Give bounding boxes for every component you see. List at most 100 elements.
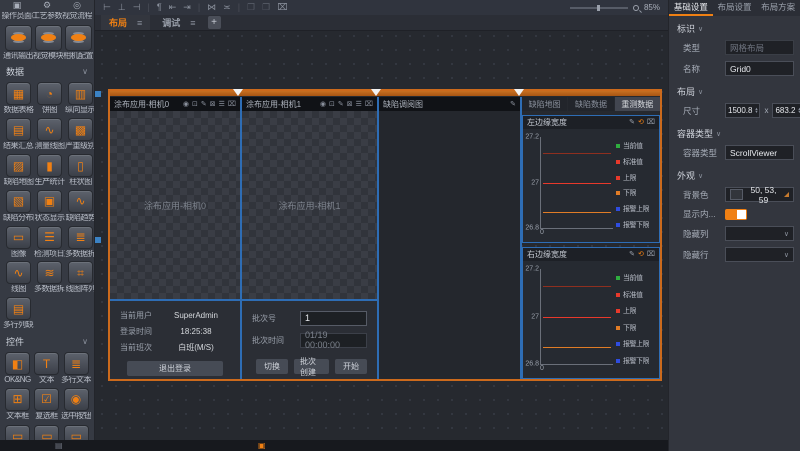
tab-layout-settings[interactable]: 布局设置	[713, 0, 757, 16]
sidebar-data-item[interactable]: ≣ 多数据折...	[65, 226, 95, 259]
zoom-slider[interactable]	[570, 7, 628, 9]
add-tab-button[interactable]: +	[208, 16, 221, 29]
background-color-field[interactable]: 50, 53, 59	[725, 187, 794, 202]
chart-header-icon[interactable]: ✎	[629, 251, 635, 258]
panel-header-icon[interactable]: ◉	[320, 101, 326, 108]
sidebar-data-item[interactable]: ☰ 检测项日志	[34, 226, 65, 259]
logout-button[interactable]: 退出登录	[127, 361, 223, 376]
container-type-field[interactable]: ScrollViewer	[725, 145, 794, 160]
chevron-down-icon[interactable]: ∨	[82, 337, 88, 346]
toolbar-icon[interactable]: ¶	[157, 3, 162, 12]
sidebar-data-item[interactable]: ▮ 生产统计	[34, 154, 65, 187]
panel-cam1[interactable]: 涂布应用-相机1 ◉⊡✎⊠☰⌧ 涂布应用-相机1	[242, 97, 377, 299]
stepper-arrows-icon[interactable]: ▲▼	[754, 108, 759, 113]
panel-header-icon[interactable]: ⌧	[228, 101, 236, 108]
resize-handle[interactable]	[95, 91, 101, 97]
grid-icon[interactable]: ▤	[55, 442, 63, 450]
tab-menu-icon[interactable]: ≡	[190, 18, 195, 28]
chart-header-icon[interactable]: ✎	[629, 119, 635, 126]
sidebar-data-item[interactable]: ∿ 线图	[3, 261, 34, 294]
tab-layout-scheme[interactable]: 布局方案	[756, 0, 800, 16]
toolbar-icon[interactable]: |	[198, 3, 200, 12]
sidebar-control-item[interactable]: ▭	[32, 425, 61, 440]
sidebar-data-item[interactable]: ▧ 缺陷分布图	[3, 190, 34, 223]
panel-header-icon[interactable]: ⊡	[192, 101, 198, 108]
tab-retest-data[interactable]: 重测数据	[615, 97, 660, 111]
batch-action-button[interactable]: 开始	[335, 359, 367, 374]
tab-layout[interactable]: 布局 ≡	[101, 15, 150, 30]
tab-menu-icon[interactable]: ≡	[137, 18, 142, 28]
sidebar-top-item[interactable]: ◎ 视觉流程	[62, 1, 92, 21]
batch-no-input[interactable]: 1	[300, 311, 367, 326]
sidebar-top-item[interactable]: ⚙ 工艺参数	[32, 1, 62, 21]
sidebar-data-item[interactable]: ▯ 柱状图	[65, 154, 95, 187]
tab-defect-map[interactable]: 缺陷地图	[522, 97, 567, 111]
toolbar-icon[interactable]: ❐	[247, 3, 255, 12]
expand-corner-icon[interactable]	[784, 192, 789, 197]
sidebar-control-item[interactable]: ◧ OK&NG	[3, 352, 32, 385]
resize-handle[interactable]	[95, 237, 101, 243]
column-marker[interactable]	[371, 89, 381, 96]
sidebar-data-item[interactable]: ▨ 缺陷地图	[3, 154, 34, 187]
edit-icon[interactable]: ✎	[510, 101, 516, 108]
batch-panel[interactable]: 批次号 1 批次时间 01/19 00:00:00 切换批次创建开始	[242, 301, 377, 379]
user-info-panel[interactable]: 当前用户 SuperAdmin 登录时间 18:25:38 当前班次 白班(M/…	[110, 301, 240, 379]
panel-header-icon[interactable]: ☰	[356, 101, 362, 108]
sidebar-featured-item[interactable]: 通讯输出	[3, 25, 33, 61]
sidebar-data-item[interactable]: ▥ 纵向显示...	[65, 82, 95, 115]
sidebar-data-item[interactable]: ▦ 数据表格	[3, 82, 34, 115]
hidden-columns-dropdown[interactable]: ∨	[725, 226, 794, 241]
sidebar-data-item[interactable]: ▭ 图像	[3, 226, 34, 259]
column-splitter[interactable]	[240, 97, 242, 379]
sidebar-control-item[interactable]: T 文本	[32, 352, 61, 385]
section-identity[interactable]: 标识 ∨	[669, 16, 800, 37]
sidebar-featured-item[interactable]: 相机配置	[63, 25, 93, 61]
section-data[interactable]: 数据 ∨	[0, 62, 94, 80]
toolbar-icon[interactable]: ⇤	[169, 3, 177, 12]
sidebar-control-item[interactable]: ◉ 选中按钮	[61, 388, 91, 421]
panel-header-icon[interactable]: ◉	[183, 101, 189, 108]
sidebar-data-item[interactable]: ∿ 测量线图	[34, 118, 65, 151]
name-field[interactable]: Grid0	[725, 61, 794, 76]
sidebar-data-item[interactable]: ▩ 严重级别图	[65, 118, 95, 151]
sidebar-featured-item[interactable]: 视觉模块	[33, 25, 63, 61]
sidebar-control-item[interactable]: ≣ 多行文本	[61, 352, 91, 385]
toolbar-icon[interactable]: ⊣	[133, 3, 141, 12]
panel-header-icon[interactable]: ⊡	[329, 101, 335, 108]
batch-action-button[interactable]: 切换	[256, 359, 288, 374]
toolbar-icon[interactable]: ⌧	[277, 3, 287, 12]
section-appearance[interactable]: 外观 ∨	[669, 163, 800, 184]
design-canvas[interactable]: 布局 ≡ 调试 ≡ + 涂布应用-相机0 ◉⊡✎⊠☰⌧	[95, 15, 668, 440]
sidebar-control-item[interactable]: ▭	[3, 425, 32, 440]
sidebar-data-item[interactable]: ∿ 缺陷趋势	[65, 190, 95, 223]
panel-cam0[interactable]: 涂布应用-相机0 ◉⊡✎⊠☰⌧ 涂布应用-相机0	[110, 97, 240, 299]
chart-header-icon[interactable]: ⌧	[647, 119, 655, 126]
toolbar-icon[interactable]: ⊥	[118, 3, 126, 12]
sidebar-control-item[interactable]: ☑ 复选框	[32, 388, 61, 421]
sidebar-control-item[interactable]: ▭	[62, 425, 91, 440]
column-marker[interactable]	[233, 89, 243, 96]
toolbar-icon[interactable]: |	[238, 3, 240, 12]
show-content-toggle[interactable]	[725, 209, 747, 220]
panel-defect-review[interactable]: 缺陷调阅图 ✎	[379, 97, 520, 379]
toolbar-icon[interactable]: ❐	[262, 3, 270, 12]
sidebar-data-item[interactable]: ◔ 饼图	[34, 82, 65, 115]
sidebar-data-item[interactable]: ⌗ 线图阵列	[65, 261, 95, 294]
tab-defect-data[interactable]: 缺陷数据	[568, 97, 613, 111]
column-splitter[interactable]	[520, 97, 522, 379]
toolbar-icon[interactable]: |	[148, 3, 150, 12]
color-swatch[interactable]	[730, 189, 743, 200]
panel-header-icon[interactable]: ☰	[219, 101, 225, 108]
zoom-slider-knob[interactable]	[597, 5, 600, 11]
toolbar-icon[interactable]: ⊢	[103, 3, 111, 12]
row-splitter[interactable]	[110, 299, 377, 301]
section-layout[interactable]: 布局 ∨	[669, 79, 800, 100]
batch-action-button[interactable]: 批次创建	[294, 359, 329, 374]
chevron-down-icon[interactable]: ∨	[82, 67, 88, 76]
column-splitter[interactable]	[377, 97, 379, 379]
height-stepper[interactable]: 683.2 ▲▼	[772, 103, 800, 118]
sidebar-data-item[interactable]: ▤ 结果汇总...	[3, 118, 34, 151]
sidebar-data-item[interactable]: ▤ 多行列缺...	[3, 297, 34, 330]
panel-header-icon[interactable]: ✎	[338, 101, 344, 108]
hidden-rows-dropdown[interactable]: ∨	[725, 247, 794, 262]
